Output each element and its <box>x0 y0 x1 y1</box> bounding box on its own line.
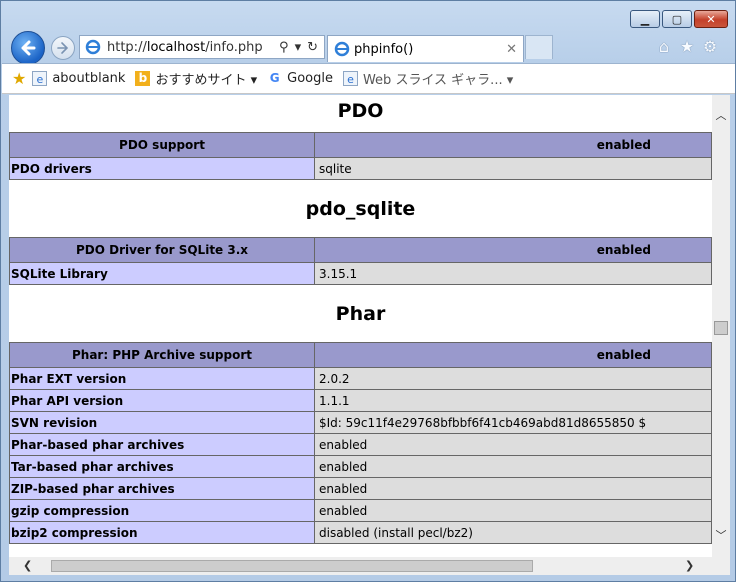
scroll-thumb[interactable] <box>714 321 728 335</box>
table-row: Phar-based phar archives enabled <box>9 433 712 456</box>
row-value: enabled <box>314 455 712 478</box>
maximize-button[interactable]: ▢ <box>662 10 692 28</box>
dropdown-icon[interactable]: ▾ <box>295 40 302 55</box>
table-row: ZIP-based phar archives enabled <box>9 477 712 500</box>
favorite-aboutblank[interactable]: e aboutblank <box>32 71 125 86</box>
row-value: sqlite <box>314 157 712 180</box>
address-bar[interactable]: http://localhost/info.php ⚲ ▾ ↻ <box>79 35 325 59</box>
table-header-row: PDO Driver for SQLite 3.x enabled <box>9 237 712 263</box>
url-text[interactable]: http://localhost/info.php <box>107 40 279 55</box>
favorite-suggested-sites[interactable]: b おすすめサイト ▾ <box>135 69 257 88</box>
row-key: SQLite Library <box>9 262 315 285</box>
browser-window: ▁ ▢ ✕ http://localhost/info.php ⚲ ▾ ↻ ph… <box>0 0 736 582</box>
section-title-pdo-sqlite: pdo_sqlite <box>305 197 416 220</box>
row-key: ZIP-based phar archives <box>9 477 315 500</box>
row-key: gzip compression <box>9 499 315 522</box>
horizontal-scroll-thumb[interactable] <box>51 560 533 572</box>
close-tab-icon[interactable]: ✕ <box>506 42 517 57</box>
table-header-row: Phar: PHP Archive support enabled <box>9 342 712 368</box>
back-button[interactable] <box>11 31 45 65</box>
url-path: /info.php <box>205 39 263 55</box>
row-value: enabled <box>314 433 712 456</box>
row-key: Phar API version <box>9 389 315 412</box>
search-icon[interactable]: ⚲ <box>279 40 289 55</box>
url-host: localhost <box>146 39 206 55</box>
minimize-button[interactable]: ▁ <box>630 10 660 28</box>
page-content: PDO PDO support enabled PDO drivers sqli… <box>9 95 712 557</box>
bing-icon: b <box>135 71 151 86</box>
tab-phpinfo[interactable]: phpinfo() ✕ <box>327 35 524 62</box>
row-value: 2.0.2 <box>314 367 712 390</box>
table-row: PDO drivers sqlite <box>9 157 712 180</box>
favorite-label: おすすめサイト ▾ <box>155 73 258 88</box>
pdo-sqlite-table: PDO Driver for SQLite 3.x enabled SQLite… <box>9 237 712 285</box>
header-key: PDO Driver for SQLite 3.x <box>9 237 315 263</box>
scroll-up-icon[interactable]: ︿ <box>712 107 730 125</box>
favorites-star-icon[interactable]: ★ <box>678 37 696 56</box>
header-value: enabled <box>314 237 712 263</box>
table-row: SQLite Library 3.15.1 <box>9 262 712 285</box>
section-title-phar: Phar <box>335 302 386 325</box>
new-tab-button[interactable] <box>525 35 553 59</box>
header-key: Phar: PHP Archive support <box>9 342 315 368</box>
vertical-scrollbar[interactable]: ︿ ﹀ <box>712 95 730 557</box>
gear-icon[interactable]: ⚙ <box>701 37 719 56</box>
table-header-row: PDO support enabled <box>9 132 712 158</box>
favorite-web-slice-gallery[interactable]: e Web スライス ギャラ... ▾ <box>342 69 514 88</box>
back-arrow-icon <box>21 40 36 56</box>
section-title-pdo: PDO <box>337 99 384 122</box>
scroll-right-icon[interactable]: ❯ <box>685 557 694 575</box>
refresh-icon[interactable]: ↻ <box>307 40 318 55</box>
favorite-google[interactable]: G Google <box>267 71 333 86</box>
page-icon: e <box>342 71 358 86</box>
table-row: Phar API version 1.1.1 <box>9 389 712 412</box>
scroll-down-icon[interactable]: ﹀ <box>712 527 730 545</box>
row-key: Phar EXT version <box>9 367 315 390</box>
url-prefix: http:// <box>107 39 147 55</box>
table-row: Phar EXT version 2.0.2 <box>9 367 712 390</box>
header-value: enabled <box>314 342 712 368</box>
row-key: Tar-based phar archives <box>9 455 315 478</box>
row-key: Phar-based phar archives <box>9 433 315 456</box>
row-value: 1.1.1 <box>314 389 712 412</box>
pdo-table: PDO support enabled PDO drivers sqlite <box>9 132 712 180</box>
table-row: SVN revision $Id: 59c11f4e29768bfbbf6f41c… <box>9 411 712 434</box>
forward-arrow-icon <box>57 42 69 54</box>
row-key: SVN revision <box>9 411 315 434</box>
google-icon: G <box>269 71 280 85</box>
row-key: bzip2 compression <box>9 521 315 544</box>
ie-tab-icon <box>334 41 350 57</box>
favorites-bar: ★ e aboutblank b おすすめサイト ▾ G Google e We… <box>2 63 735 94</box>
row-value: enabled <box>314 499 712 522</box>
forward-button[interactable] <box>51 36 75 60</box>
row-value: $Id: 59c11f4e29768bfbbf6f41cb469abd81d86… <box>314 411 712 434</box>
favorite-label: Google <box>287 71 333 86</box>
table-row: gzip compression enabled <box>9 499 712 522</box>
phar-table: Phar: PHP Archive support enabled Phar E… <box>9 342 712 544</box>
row-key: PDO drivers <box>9 157 315 180</box>
row-value: enabled <box>314 477 712 500</box>
tab-title: phpinfo() <box>354 41 414 57</box>
header-key: PDO support <box>9 132 315 158</box>
header-value: enabled <box>314 132 712 158</box>
horizontal-scrollbar[interactable]: ❮ ❯ <box>9 557 730 575</box>
table-row: bzip2 compression disabled (install pecl/… <box>9 521 712 544</box>
ie-page-icon <box>85 39 101 55</box>
table-row: Tar-based phar archives enabled <box>9 455 712 478</box>
page-icon: e <box>32 71 48 86</box>
row-value: 3.15.1 <box>314 262 712 285</box>
home-icon[interactable]: ⌂ <box>655 37 673 56</box>
scroll-left-icon[interactable]: ❮ <box>23 557 32 575</box>
close-button[interactable]: ✕ <box>694 10 728 28</box>
favorite-label: aboutblank <box>52 71 126 86</box>
add-favorite-star-icon[interactable]: ★ <box>12 69 26 88</box>
favorite-label: Web スライス ギャラ... ▾ <box>362 73 514 88</box>
row-value: disabled (install pecl/bz2) <box>314 521 712 544</box>
